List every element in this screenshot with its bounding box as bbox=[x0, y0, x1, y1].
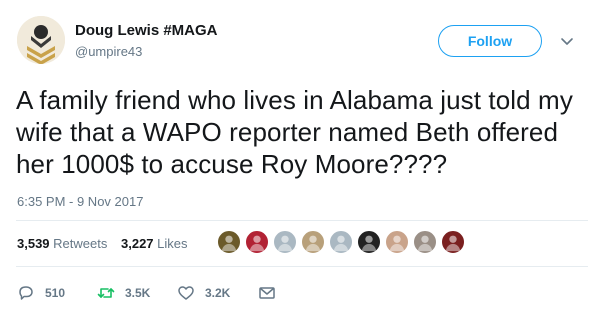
like-button[interactable]: 3.2K bbox=[177, 282, 230, 304]
liker-avatar-9[interactable] bbox=[441, 230, 465, 254]
like-count: 3.2K bbox=[205, 286, 231, 300]
tweet-timestamp[interactable]: 6:35 PM - 9 Nov 2017 bbox=[17, 194, 143, 209]
author-display-name[interactable]: Doug Lewis #MAGA bbox=[75, 22, 218, 39]
chevron-down-icon[interactable] bbox=[560, 34, 574, 48]
liker-avatar-5[interactable] bbox=[329, 230, 353, 254]
retweet-icon bbox=[97, 288, 115, 298]
tweet-card: Doug Lewis #MAGA @umpire43 Follow A fami… bbox=[0, 0, 604, 321]
likes-count: 3,227 bbox=[121, 236, 154, 251]
follow-button[interactable]: Follow bbox=[438, 25, 542, 57]
likes-stat[interactable]: 3,227 Likes bbox=[121, 236, 188, 251]
likes-label: Likes bbox=[157, 236, 188, 251]
tweet-text: A family friend who lives in Alabama jus… bbox=[16, 85, 573, 179]
tweet-stats: 3,539 Retweets 3,227 Likes bbox=[17, 230, 587, 256]
reply-count: 510 bbox=[45, 286, 66, 300]
retweets-label: Retweets bbox=[53, 236, 108, 251]
direct-message-button[interactable] bbox=[258, 282, 276, 304]
liker-avatars bbox=[217, 230, 477, 256]
divider bbox=[16, 220, 588, 221]
liker-avatar-3[interactable] bbox=[273, 230, 297, 254]
heart-icon bbox=[178, 286, 194, 300]
liker-avatar-6[interactable] bbox=[357, 230, 381, 254]
tweet-header: Doug Lewis #MAGA @umpire43 Follow bbox=[17, 16, 587, 66]
liker-avatar-1[interactable] bbox=[217, 230, 241, 254]
tweet-actions: 510 3.5K 3.2K bbox=[17, 282, 417, 304]
liker-avatar-2[interactable] bbox=[245, 230, 269, 254]
divider bbox=[16, 266, 588, 267]
author-handle[interactable]: @umpire43 bbox=[75, 44, 142, 59]
retweet-count: 3.5K bbox=[125, 286, 151, 300]
retweets-stat[interactable]: 3,539 Retweets bbox=[17, 236, 107, 251]
retweets-count: 3,539 bbox=[17, 236, 50, 251]
liker-avatar-4[interactable] bbox=[301, 230, 325, 254]
author-avatar-image bbox=[17, 16, 65, 64]
liker-avatar-8[interactable] bbox=[413, 230, 437, 254]
envelope-icon bbox=[259, 287, 275, 299]
reply-icon bbox=[19, 286, 33, 300]
retweet-button[interactable]: 3.5K bbox=[97, 282, 150, 304]
reply-button[interactable]: 510 bbox=[17, 282, 65, 304]
liker-avatar-7[interactable] bbox=[385, 230, 409, 254]
author-avatar[interactable] bbox=[17, 16, 65, 64]
